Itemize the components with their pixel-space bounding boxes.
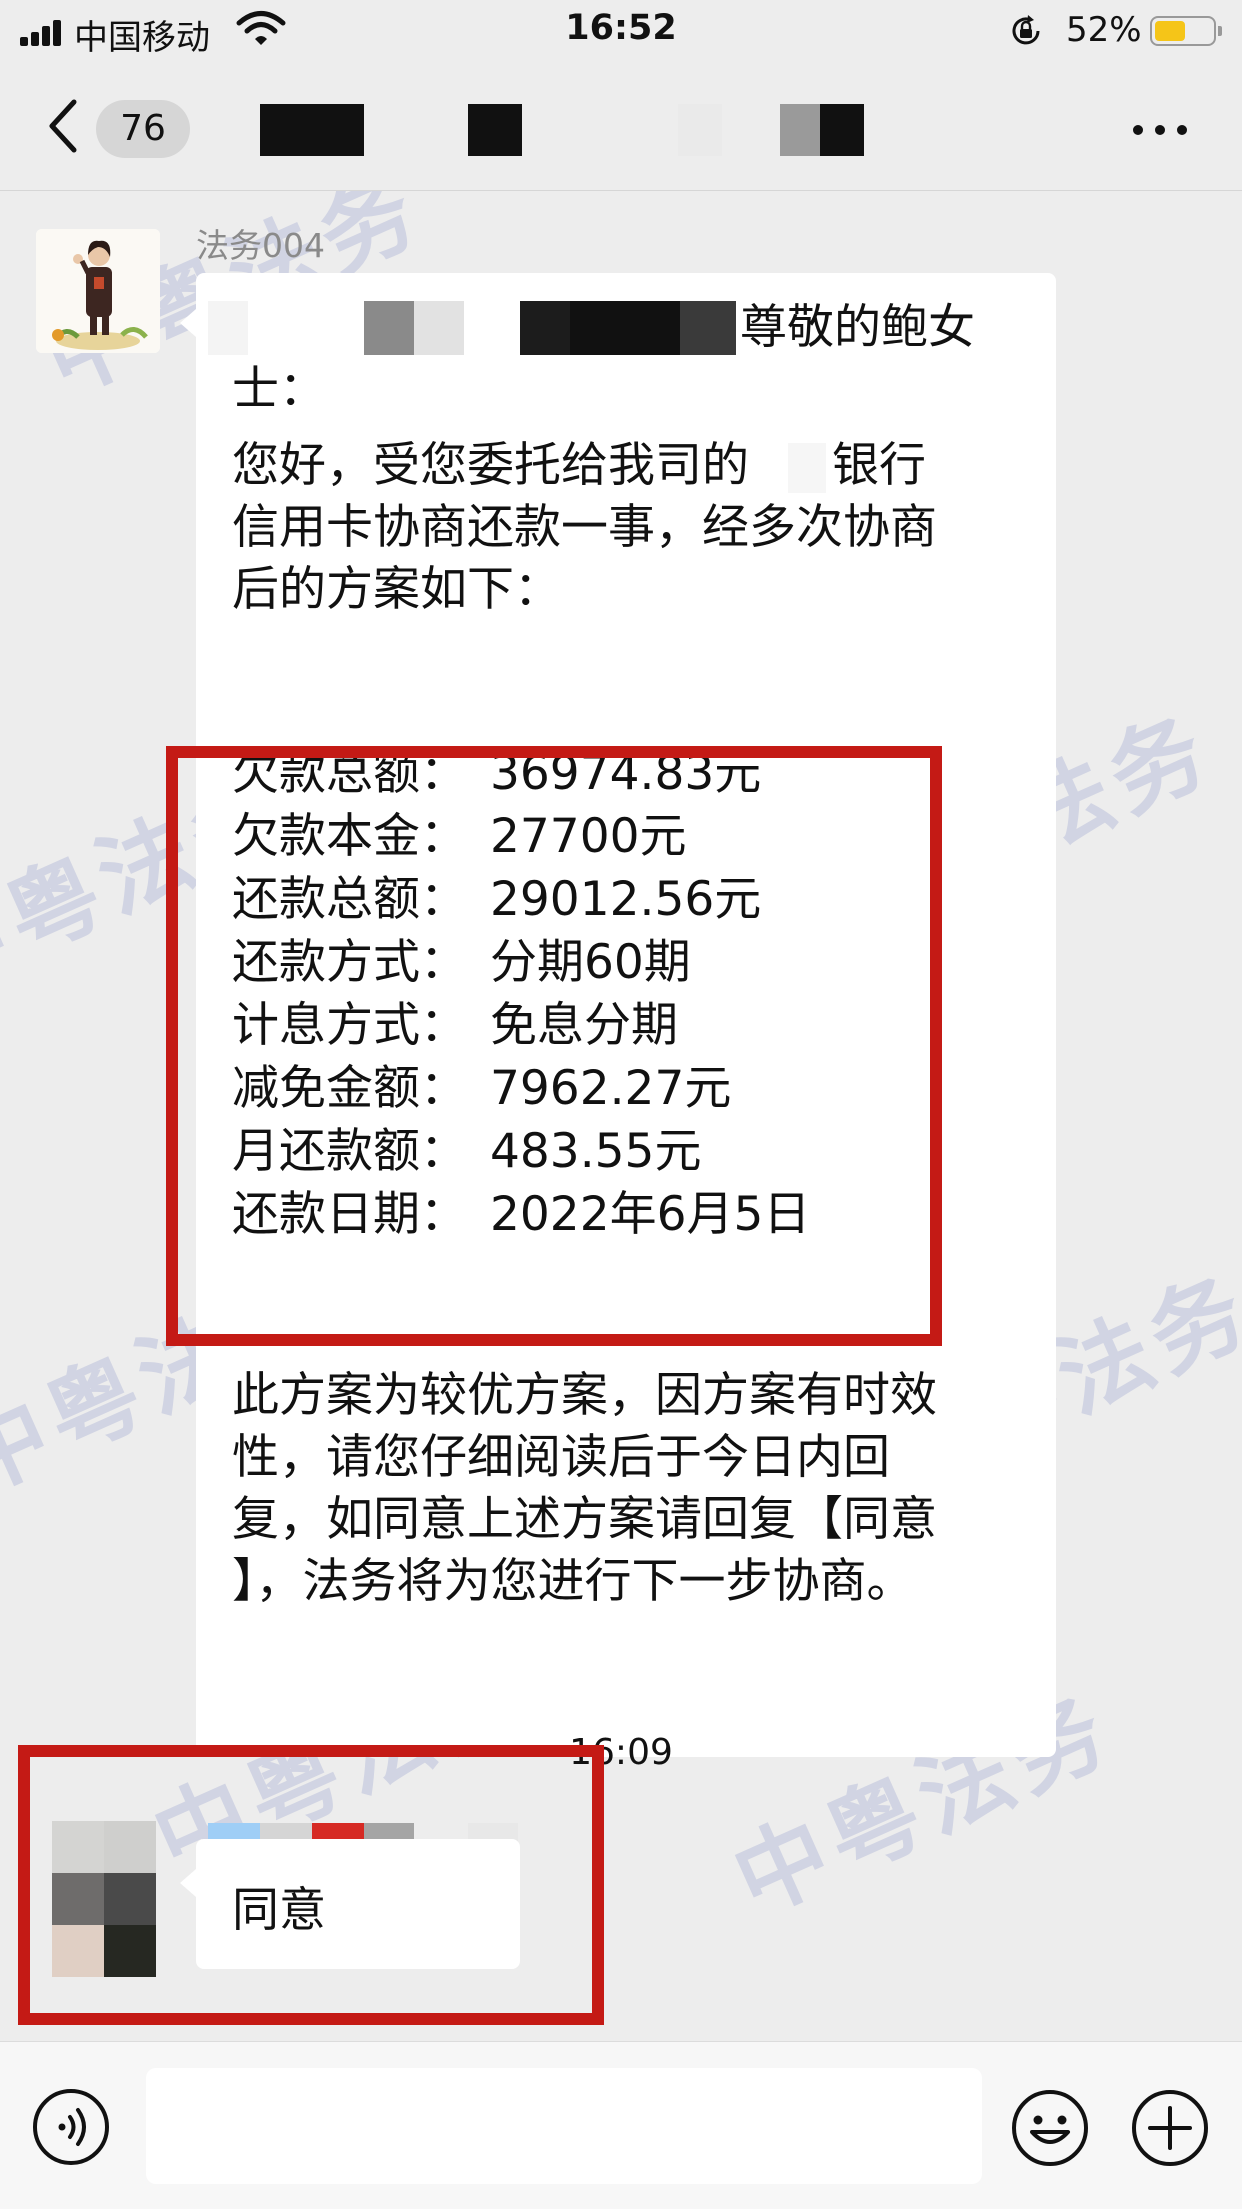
- closing-line: 此方案为较优方案，因方案有时效: [232, 1368, 937, 1423]
- sender-name: 法务004: [196, 226, 325, 265]
- redacted-text: [680, 301, 736, 355]
- status-bar: 中国移动 16:52 52%: [0, 0, 1242, 62]
- greeting-cont: 士：: [232, 362, 326, 417]
- redacted-text: [570, 301, 680, 355]
- more-icon[interactable]: [1130, 122, 1190, 138]
- intro-line: 您好，受您委托给我司的: [232, 438, 749, 493]
- plan-highlight-box: [166, 746, 942, 1346]
- chat-area[interactable]: 中粤法务 中粤法务 中粤法务 中粤法务 中粤法务 中粤法务 中粤法务 中粤法务 …: [0, 191, 1242, 2041]
- redacted-text: [208, 301, 248, 355]
- redacted-text: [788, 443, 826, 493]
- redacted-text: [414, 301, 464, 355]
- emoji-icon[interactable]: [1010, 2088, 1090, 2168]
- battery-icon: [1150, 16, 1222, 46]
- intro-line: 信用卡协商还款一事，经多次协商: [232, 500, 937, 555]
- sender-avatar[interactable]: [36, 229, 160, 353]
- unread-count-badge[interactable]: 76: [96, 100, 190, 158]
- plus-icon[interactable]: [1130, 2088, 1210, 2168]
- reply-highlight-box: [18, 1745, 604, 2025]
- intro-line: 银行: [832, 438, 926, 493]
- redacted-text: [364, 301, 414, 355]
- closing-line: 性，请您仔细阅读后于今日内回: [232, 1430, 890, 1485]
- input-bar: [0, 2041, 1242, 2209]
- message-input[interactable]: [146, 2068, 982, 2184]
- clock: 16:52: [565, 8, 677, 48]
- closing-line: 】，法务将为您进行下一步协商。: [232, 1554, 914, 1609]
- intro-line: 后的方案如下：: [232, 562, 561, 617]
- closing-line: 复，如同意上述方案请回复【同意: [232, 1492, 937, 1547]
- rotation-lock-icon: [1012, 15, 1040, 45]
- chat-header: 76: [0, 62, 1242, 191]
- redacted-text: [520, 301, 570, 355]
- battery-percent: 52%: [1066, 10, 1142, 50]
- voice-icon[interactable]: [32, 2088, 110, 2166]
- greeting: 尊敬的鲍女: [740, 300, 975, 355]
- chat-title-redacted: [210, 104, 1030, 156]
- person-illustration-icon: [36, 229, 160, 353]
- back-icon[interactable]: [44, 98, 84, 154]
